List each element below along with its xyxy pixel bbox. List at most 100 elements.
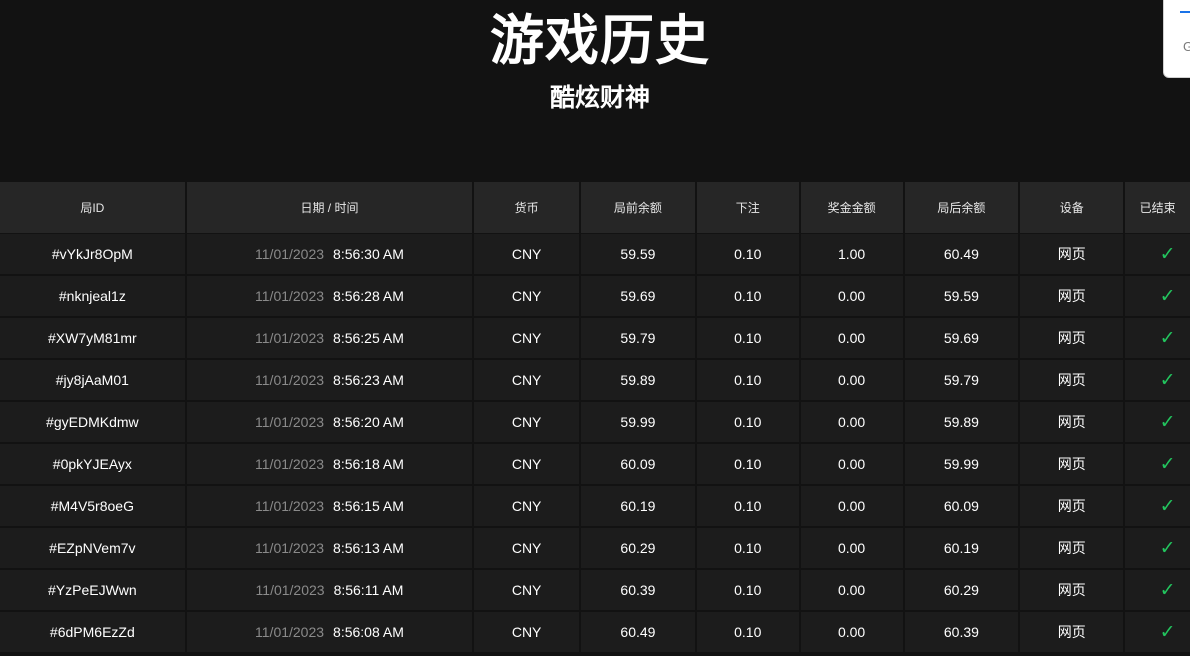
table-row[interactable]: #M4V5r8oeG 11/01/2023 8:56:15 AM CNY 60.19 0.… bbox=[0, 486, 1190, 526]
table-row[interactable]: #nknjeal1z 11/01/2023 8:56:28 AM CNY 59.69 0.… bbox=[0, 276, 1190, 316]
device-cell: 网页 bbox=[1020, 444, 1124, 484]
date-text: 11/01/2023 bbox=[255, 624, 325, 640]
table-row[interactable]: #XW7yM81mr 11/01/2023 8:56:25 AM CNY 59.79 0.… bbox=[0, 318, 1190, 358]
balance-before-cell: 59.69 bbox=[581, 276, 695, 316]
balance-before-cell: 60.49 bbox=[581, 612, 695, 652]
balance-after-cell: 60.39 bbox=[904, 612, 1019, 652]
device-cell: 网页 bbox=[1020, 486, 1124, 526]
currency-cell: CNY bbox=[474, 444, 580, 484]
datetime-cell: 11/01/2023 8:56:25 AM bbox=[186, 318, 473, 358]
currency-cell: CNY bbox=[474, 234, 580, 274]
round-id-cell[interactable]: #6dPM6EzZd bbox=[0, 612, 185, 652]
device-cell: 网页 bbox=[1020, 402, 1124, 442]
table-header-row: 局ID 日期 / 时间 货币 局前余额 下注 奖金金额 局后余额 设备 已结束 bbox=[0, 182, 1190, 233]
win-amount-cell: 0.00 bbox=[800, 612, 903, 652]
round-id-cell[interactable]: #EZpNVem7v bbox=[0, 528, 185, 568]
bet-cell: 0.10 bbox=[696, 528, 799, 568]
balance-before-cell: 60.09 bbox=[581, 444, 695, 484]
header-status: 已结束 bbox=[1125, 182, 1190, 233]
table-row[interactable]: #gyEDMKdmw 11/01/2023 8:56:20 AM CNY 59.99 0.… bbox=[0, 402, 1190, 442]
balance-after-cell: 59.59 bbox=[904, 276, 1019, 316]
side-panel-widget[interactable]: G bbox=[1163, 0, 1190, 78]
table-body: #vYkJr8OpM 11/01/2023 8:56:30 AM CNY 59.59 0.… bbox=[0, 234, 1190, 652]
round-id-cell[interactable]: #YzPeEJWwn bbox=[0, 570, 185, 610]
time-text: 8:56:08 AM bbox=[333, 624, 404, 640]
header-round-id: 局ID bbox=[0, 182, 185, 233]
round-id-cell[interactable]: #0pkYJEAyx bbox=[0, 444, 185, 484]
date-text: 11/01/2023 bbox=[255, 330, 325, 346]
device-cell: 网页 bbox=[1020, 570, 1124, 610]
win-amount-cell: 0.00 bbox=[800, 570, 903, 610]
header-bet: 下注 bbox=[696, 182, 799, 233]
checkmark-icon: ✓ bbox=[1159, 621, 1176, 643]
date-text: 11/01/2023 bbox=[255, 498, 325, 514]
date-text: 11/01/2023 bbox=[255, 246, 325, 262]
time-text: 8:56:11 AM bbox=[333, 582, 404, 598]
round-id-cell[interactable]: #nknjeal1z bbox=[0, 276, 185, 316]
win-amount-cell: 0.00 bbox=[800, 360, 903, 400]
datetime-cell: 11/01/2023 8:56:18 AM bbox=[186, 444, 473, 484]
device-cell: 网页 bbox=[1020, 360, 1124, 400]
datetime-cell: 11/01/2023 8:56:08 AM bbox=[186, 612, 473, 652]
date-text: 11/01/2023 bbox=[255, 540, 325, 556]
win-amount-cell: 0.00 bbox=[800, 402, 903, 442]
balance-after-cell: 60.49 bbox=[904, 234, 1019, 274]
game-name-subtitle: 酷炫财神 bbox=[549, 84, 650, 112]
bet-cell: 0.10 bbox=[696, 318, 799, 358]
balance-after-cell: 60.19 bbox=[904, 528, 1019, 568]
balance-before-cell: 59.89 bbox=[581, 360, 695, 400]
round-id-cell[interactable]: #XW7yM81mr bbox=[0, 318, 185, 358]
datetime-cell: 11/01/2023 8:56:30 AM bbox=[186, 234, 473, 274]
minimize-icon[interactable] bbox=[1180, 11, 1190, 13]
balance-after-cell: 59.69 bbox=[904, 318, 1019, 358]
status-cell: ✓ bbox=[1125, 318, 1190, 358]
date-text: 11/01/2023 bbox=[255, 582, 325, 598]
header-currency: 货币 bbox=[474, 182, 580, 233]
game-history-page: 游戏历史 酷炫财神 G 局ID 日期 / 时间 货币 局前余额 下注 奖金金额 … bbox=[0, 0, 1190, 656]
datetime-cell: 11/01/2023 8:56:23 AM bbox=[186, 360, 473, 400]
round-id-cell[interactable]: #vYkJr8OpM bbox=[0, 234, 185, 274]
balance-after-cell: 60.29 bbox=[904, 570, 1019, 610]
currency-cell: CNY bbox=[474, 486, 580, 526]
bet-cell: 0.10 bbox=[696, 570, 799, 610]
header-device: 设备 bbox=[1020, 182, 1124, 233]
win-amount-cell: 1.00 bbox=[800, 234, 903, 274]
round-id-cell[interactable]: #M4V5r8oeG bbox=[0, 486, 185, 526]
balance-after-cell: 59.79 bbox=[904, 360, 1019, 400]
bet-cell: 0.10 bbox=[696, 402, 799, 442]
device-cell: 网页 bbox=[1020, 612, 1124, 652]
table-row[interactable]: #jy8jAaM01 11/01/2023 8:56:23 AM CNY 59.89 0.… bbox=[0, 360, 1190, 400]
table-row[interactable]: #vYkJr8OpM 11/01/2023 8:56:30 AM CNY 59.59 0.… bbox=[0, 234, 1190, 274]
date-text: 11/01/2023 bbox=[255, 456, 325, 472]
round-id-cell[interactable]: #gyEDMKdmw bbox=[0, 402, 185, 442]
checkmark-icon: ✓ bbox=[1159, 495, 1176, 517]
table-row[interactable]: #6dPM6EzZd 11/01/2023 8:56:08 AM CNY 60.49 0.… bbox=[0, 612, 1190, 652]
status-cell: ✓ bbox=[1125, 444, 1190, 484]
win-amount-cell: 0.00 bbox=[800, 528, 903, 568]
bet-cell: 0.10 bbox=[696, 276, 799, 316]
currency-cell: CNY bbox=[474, 612, 580, 652]
checkmark-icon: ✓ bbox=[1159, 453, 1176, 475]
time-text: 8:56:25 AM bbox=[333, 330, 404, 346]
balance-before-cell: 60.19 bbox=[581, 486, 695, 526]
time-text: 8:56:13 AM bbox=[333, 540, 404, 556]
status-cell: ✓ bbox=[1125, 360, 1190, 400]
checkmark-icon: ✓ bbox=[1159, 579, 1176, 601]
table-row[interactable]: #0pkYJEAyx 11/01/2023 8:56:18 AM CNY 60.09 0.… bbox=[0, 444, 1190, 484]
balance-after-cell: 60.09 bbox=[904, 486, 1019, 526]
balance-before-cell: 59.99 bbox=[581, 402, 695, 442]
device-cell: 网页 bbox=[1020, 318, 1124, 358]
status-cell: ✓ bbox=[1125, 234, 1190, 274]
history-table: 局ID 日期 / 时间 货币 局前余额 下注 奖金金额 局后余额 设备 已结束 … bbox=[0, 182, 1190, 654]
table-row[interactable]: #EZpNVem7v 11/01/2023 8:56:13 AM CNY 60.29 0.… bbox=[0, 528, 1190, 568]
header-balance-after: 局后余额 bbox=[904, 182, 1019, 233]
status-cell: ✓ bbox=[1125, 486, 1190, 526]
device-cell: 网页 bbox=[1020, 234, 1124, 274]
time-text: 8:56:18 AM bbox=[333, 456, 404, 472]
datetime-cell: 11/01/2023 8:56:28 AM bbox=[186, 276, 473, 316]
win-amount-cell: 0.00 bbox=[800, 486, 903, 526]
status-cell: ✓ bbox=[1125, 612, 1190, 652]
checkmark-icon: ✓ bbox=[1159, 243, 1176, 265]
table-row[interactable]: #YzPeEJWwn 11/01/2023 8:56:11 AM CNY 60.39 0.… bbox=[0, 570, 1190, 610]
round-id-cell[interactable]: #jy8jAaM01 bbox=[0, 360, 185, 400]
